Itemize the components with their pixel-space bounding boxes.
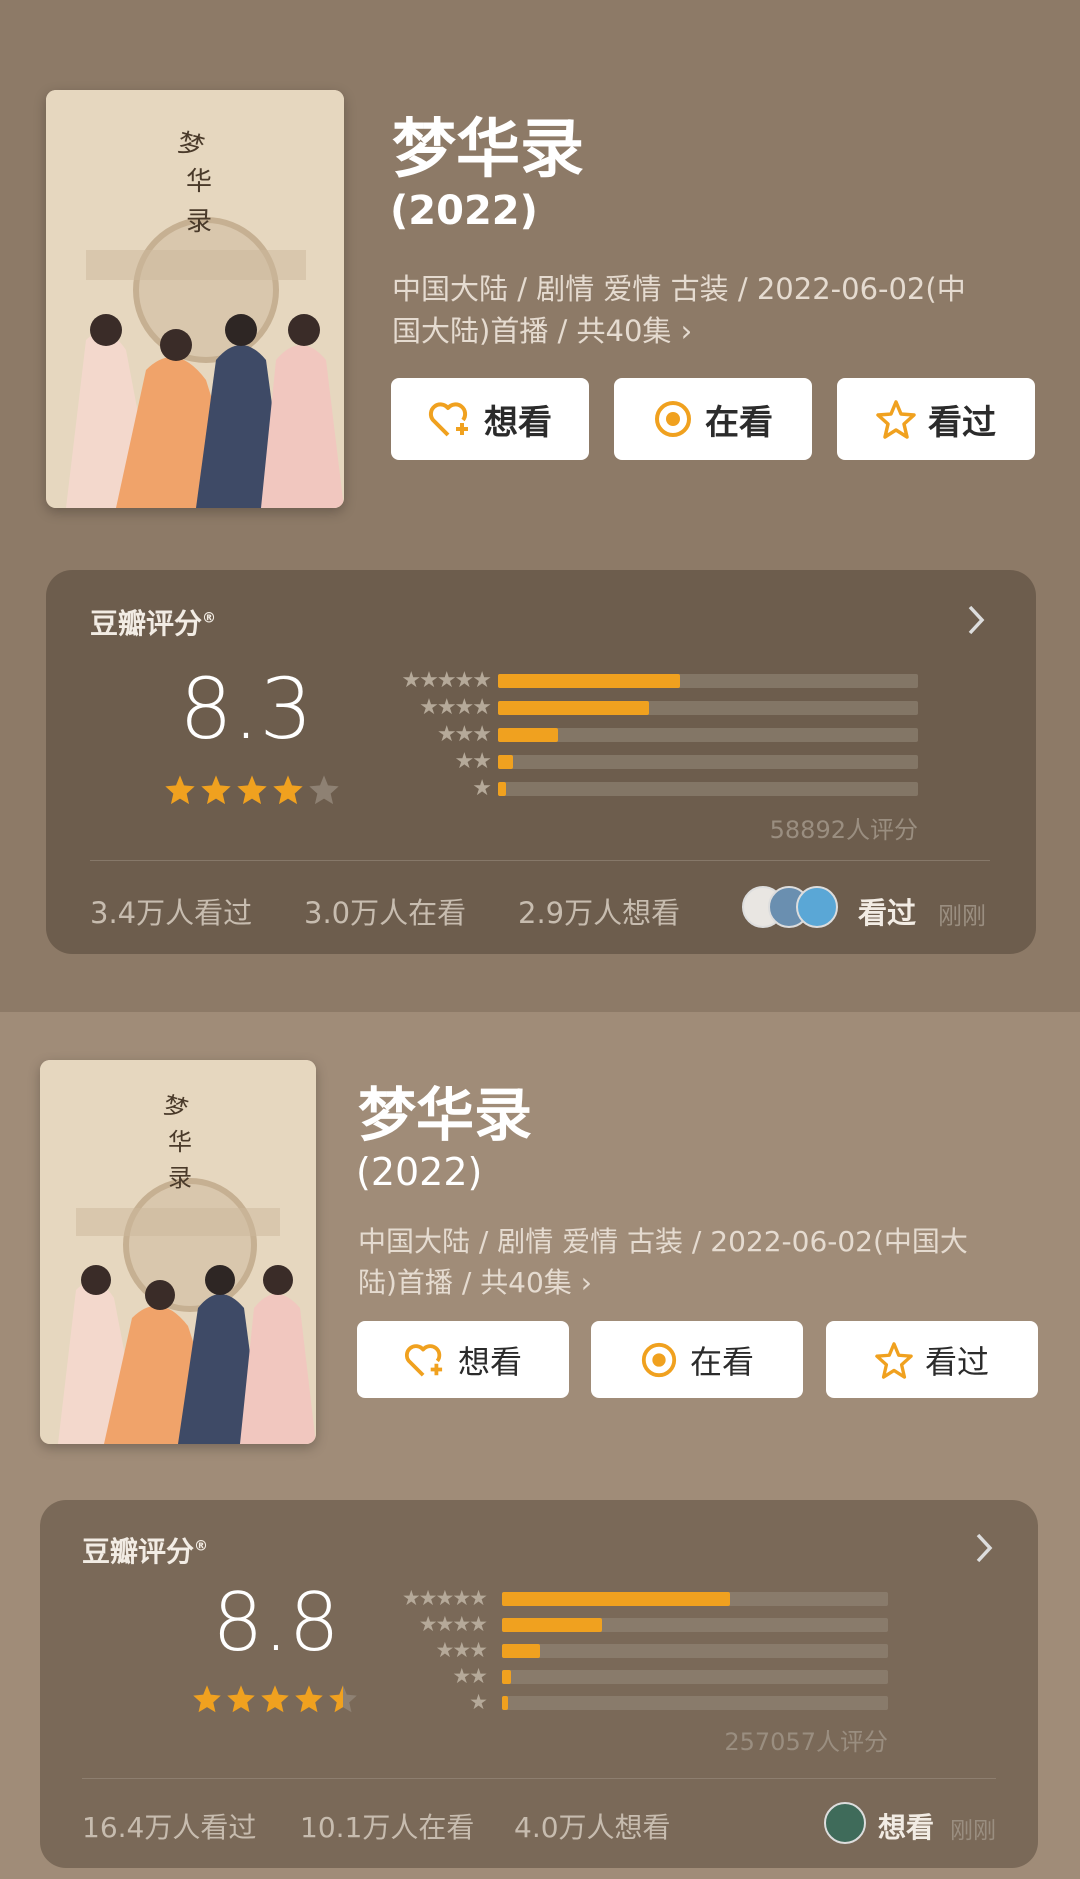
five-star-label: ★★★★★ — [401, 1586, 488, 1610]
three-star-track — [498, 728, 918, 742]
svg-text:录: 录 — [168, 1164, 192, 1192]
rating-score: 8.3 — [179, 660, 313, 758]
chevron-right-icon[interactable] — [966, 604, 986, 640]
avatar[interactable] — [796, 886, 838, 928]
rating-score: 8.8 — [212, 1576, 340, 1669]
year: (2022) — [356, 1150, 483, 1194]
rating-count: 257057人评分 — [724, 1728, 888, 1756]
poster-image[interactable]: 梦 华 录 — [46, 90, 344, 508]
friend-activity: 想看 — [878, 1811, 935, 1844]
want-button[interactable]: 想看 — [357, 1321, 569, 1398]
two-star-label: ★★ — [452, 1664, 488, 1688]
activity-time: 刚刚 — [950, 1818, 996, 1844]
three-star-bar — [498, 728, 559, 742]
two-star-label: ★★ — [454, 749, 492, 774]
watching-button[interactable]: 在看 — [614, 378, 812, 460]
rating-card-title: 豆瓣评分® — [90, 602, 216, 642]
movie-section-2: 梦 华 录 梦华录 (2022) 中国大陆 / 剧情 爱情 古装 / 2022-… — [0, 1012, 1080, 1879]
title: 梦华录 — [358, 1081, 533, 1149]
poster-artwork: 梦 华 录 — [46, 90, 344, 508]
meta-info[interactable]: 中国大陆 / 剧情 爱情 古装 / 2022-06-02(中 国大陆)首播 / … — [392, 268, 1052, 352]
three-star-label: ★★★ — [436, 722, 492, 747]
svg-text:华: 华 — [186, 167, 212, 197]
want-count[interactable]: 2.9万人想看 — [518, 890, 680, 932]
three-star-bar — [502, 1644, 540, 1658]
meta-line-1: 中国大陆 / 剧情 爱情 古装 / 2022-06-02(中 — [392, 272, 966, 306]
two-star-track — [498, 755, 918, 769]
poster-artwork: 梦 华 录 — [40, 1060, 316, 1444]
two-star-bar — [498, 755, 513, 769]
target-circle-icon — [640, 1341, 678, 1379]
heart-plus-icon — [428, 399, 472, 439]
watched-label: 看过 — [924, 1342, 989, 1381]
two-star-track — [502, 1670, 888, 1684]
card-divider — [82, 1778, 996, 1779]
four-star-label: ★★★★ — [418, 1612, 488, 1636]
watched-count[interactable]: 3.4万人看过 — [90, 890, 252, 932]
four-star-bar — [502, 1618, 603, 1632]
want-count[interactable]: 4.0万人想看 — [514, 1806, 671, 1846]
five-star-bar — [502, 1592, 730, 1606]
target-circle-icon — [653, 399, 693, 439]
friend-activity: 看过 — [858, 896, 917, 930]
five-star-bar — [498, 674, 680, 688]
meta-line-2: 国大陆)首播 / 共40集 › — [392, 314, 693, 349]
watched-button[interactable]: 看过 — [826, 1321, 1038, 1398]
heart-plus-icon — [404, 1341, 446, 1379]
registered-mark: ® — [202, 610, 217, 627]
want-button[interactable]: 想看 — [391, 378, 589, 460]
activity-time: 刚刚 — [938, 902, 986, 930]
one-star-track — [502, 1696, 888, 1710]
poster-image[interactable]: 梦 华 录 — [40, 1060, 316, 1444]
rating-count: 58892人评分 — [769, 816, 918, 844]
card-divider — [90, 860, 990, 861]
three-star-track — [502, 1644, 888, 1658]
three-star-label: ★★★ — [435, 1638, 488, 1662]
watching-label: 在看 — [705, 402, 773, 443]
title: 梦华录 — [392, 113, 584, 187]
chevron-right-icon[interactable] — [974, 1532, 994, 1568]
year: (2022) — [390, 188, 538, 234]
watched-label: 看过 — [928, 402, 996, 443]
star-outline-icon — [876, 399, 916, 439]
one-star-track — [498, 782, 918, 796]
four-star-bar — [498, 701, 650, 715]
one-star-bar — [498, 782, 507, 796]
four-star-label: ★★★★ — [419, 695, 492, 720]
rating-card[interactable]: 豆瓣评分® 8.8 ★★★★★ ★★★★ ★★★ ★★ ★ 257057人评分 … — [40, 1500, 1038, 1868]
watching-count[interactable]: 10.1万人在看 — [300, 1806, 474, 1846]
want-label: 想看 — [457, 1342, 522, 1381]
score-stars — [164, 774, 340, 806]
rating-card-title: 豆瓣评分® — [82, 1530, 208, 1570]
watched-button[interactable]: 看过 — [837, 378, 1035, 460]
meta-line-1: 中国大陆 / 剧情 爱情 古装 / 2022-06-02(中国大 — [358, 1225, 968, 1258]
meta-line-2: 陆)首播 / 共40集 › — [358, 1265, 592, 1299]
rating-card[interactable]: 豆瓣评分® 8.3 ★★★★★ ★★★★ ★★★ ★★ ★ 58892人评分 3… — [46, 570, 1036, 954]
one-star-bar — [502, 1696, 509, 1710]
two-star-bar — [502, 1670, 512, 1684]
rating-title-text: 豆瓣评分 — [82, 1535, 195, 1568]
registered-mark: ® — [194, 1538, 209, 1555]
five-star-label: ★★★★★ — [401, 668, 492, 693]
watching-label: 在看 — [689, 1342, 754, 1381]
watched-count[interactable]: 16.4万人看过 — [82, 1806, 256, 1846]
star-outline-icon — [875, 1341, 913, 1379]
watching-button[interactable]: 在看 — [591, 1321, 803, 1398]
one-star-label: ★ — [472, 776, 492, 801]
meta-info[interactable]: 中国大陆 / 剧情 爱情 古装 / 2022-06-02(中国大 陆)首播 / … — [358, 1222, 1048, 1303]
svg-text:录: 录 — [186, 207, 212, 237]
avatar[interactable] — [824, 1802, 866, 1844]
movie-section-1: 梦 华 录 梦华录 (2022) 中国大陆 / 剧情 爱情 古装 / 2022-… — [0, 0, 1080, 1012]
score-stars — [192, 1684, 358, 1714]
want-label: 想看 — [484, 402, 552, 443]
rating-title-text: 豆瓣评分 — [90, 607, 203, 640]
svg-text:华: 华 — [168, 1128, 192, 1156]
watching-count[interactable]: 3.0万人在看 — [304, 890, 466, 932]
one-star-label: ★ — [469, 1690, 488, 1714]
